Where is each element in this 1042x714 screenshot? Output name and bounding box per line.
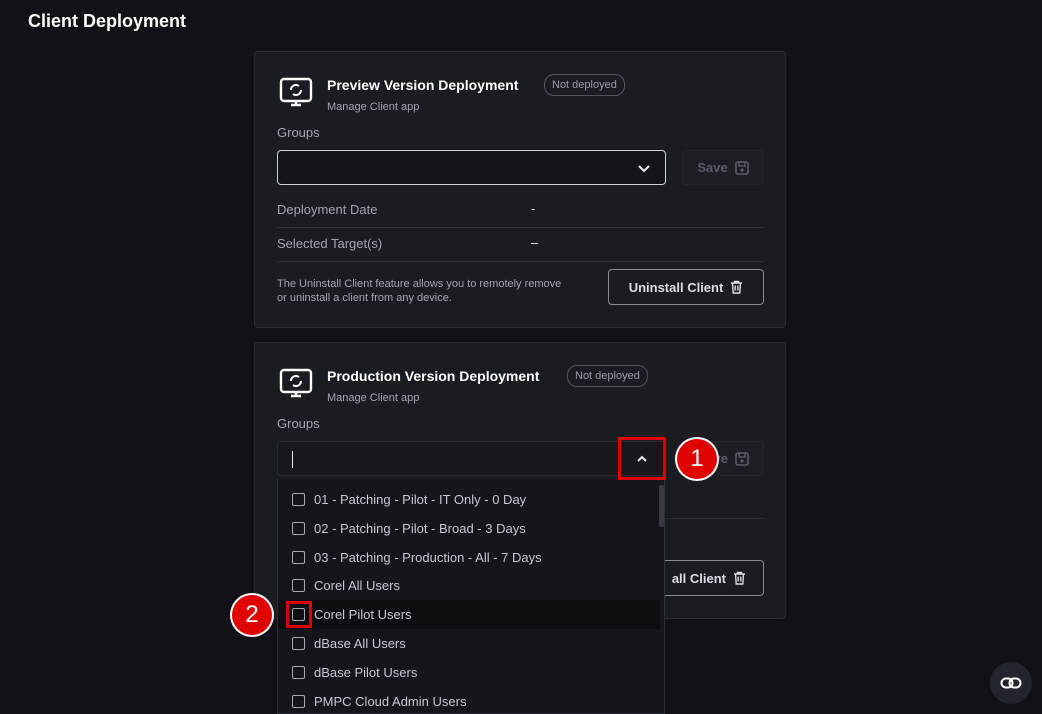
option-label: 02 - Patching - Pilot - Broad - 3 Days (314, 521, 526, 536)
monitor-sync-icon (279, 368, 313, 398)
annotation-highlight-checkbox (286, 601, 312, 628)
groups-dropdown-list[interactable]: 01 - Patching - Pilot - IT Only - 0 Day … (277, 479, 665, 714)
chevron-down-icon[interactable] (637, 161, 651, 175)
deployment-date-label: Deployment Date (277, 202, 378, 217)
selected-targets-value: – (531, 235, 539, 250)
card-subtitle: Manage Client app (327, 392, 420, 404)
option-label: Corel All Users (314, 578, 400, 593)
checkbox[interactable] (292, 695, 305, 708)
card-title: Preview Version Deployment (327, 77, 519, 93)
link-icon (1000, 677, 1022, 689)
card-title: Production Version Deployment (327, 368, 540, 384)
trash-icon (734, 571, 745, 585)
uninstall-description: The Uninstall Client feature allows you … (277, 278, 562, 304)
divider (277, 227, 764, 228)
save-label: Save (697, 160, 728, 175)
uninstall-client-button[interactable]: Uninstall Client (608, 269, 764, 305)
selected-targets-label: Selected Target(s) (277, 236, 383, 251)
annotation-step-2: 2 (232, 595, 272, 635)
preview-deployment-card: Preview Version Deployment Not deployed … (254, 51, 786, 328)
save-button[interactable]: Save (682, 150, 764, 185)
option-label: PMPC Cloud Admin Users (314, 694, 467, 709)
dropdown-option[interactable]: dBase Pilot Users (278, 658, 660, 687)
option-label: dBase Pilot Users (314, 665, 418, 680)
checkbox[interactable] (292, 666, 305, 679)
deployment-date-value: - (531, 201, 536, 216)
dropdown-option[interactable]: 01 - Patching - Pilot - IT Only - 0 Day (278, 485, 660, 514)
dropdown-option[interactable]: 02 - Patching - Pilot - Broad - 3 Days (278, 514, 660, 543)
page-title: Client Deployment (28, 11, 187, 31)
dropdown-option[interactable]: dBase All Users (278, 629, 660, 658)
option-label: 03 - Patching - Production - All - 7 Day… (314, 550, 542, 565)
floppy-disk-icon (735, 451, 749, 466)
checkbox[interactable] (292, 493, 305, 506)
annotation-step-1: 1 (677, 439, 717, 479)
scrollbar[interactable] (659, 485, 664, 527)
option-label: 01 - Patching - Pilot - IT Only - 0 Day (314, 492, 527, 507)
status-badge: Not deployed (544, 74, 625, 96)
annotation-highlight-chevron (618, 437, 666, 480)
groups-label: Groups (277, 416, 320, 431)
checkbox[interactable] (292, 551, 305, 564)
floating-link-button[interactable] (990, 662, 1032, 704)
monitor-sync-icon (279, 77, 313, 107)
checkbox[interactable] (292, 579, 305, 592)
card-subtitle: Manage Client app (327, 101, 420, 113)
dropdown-option[interactable]: Corel All Users (278, 571, 660, 600)
option-label: dBase All Users (314, 636, 406, 651)
dropdown-option-highlighted[interactable]: Corel Pilot Users (278, 600, 660, 629)
floppy-disk-icon (734, 160, 749, 175)
text-cursor (292, 451, 293, 468)
groups-select[interactable] (277, 441, 666, 476)
dropdown-option[interactable]: 03 - Patching - Production - All - 7 Day… (278, 543, 660, 572)
trash-icon (731, 280, 743, 294)
checkbox[interactable] (292, 637, 305, 650)
uninstall-label: all Client (671, 570, 726, 586)
groups-label: Groups (277, 125, 320, 140)
divider (277, 261, 764, 262)
groups-select[interactable] (277, 150, 666, 185)
dropdown-option[interactable]: PMPC Cloud Admin Users (278, 687, 660, 713)
status-badge: Not deployed (567, 365, 648, 387)
uninstall-label: Uninstall Client (628, 279, 724, 295)
checkbox[interactable] (292, 522, 305, 535)
option-label: Corel Pilot Users (314, 607, 412, 622)
